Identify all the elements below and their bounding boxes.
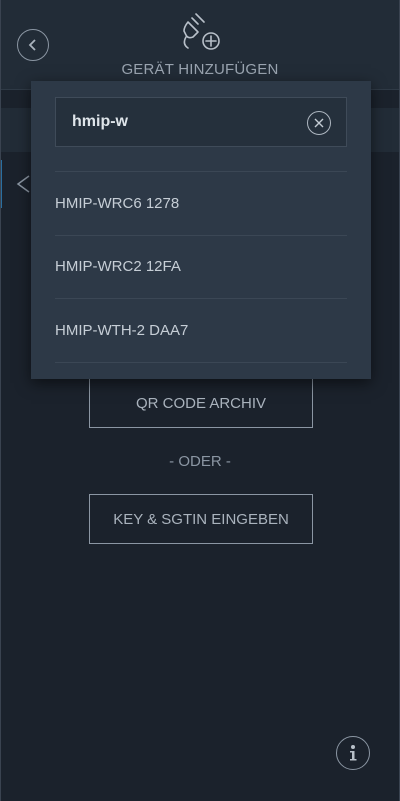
result-item[interactable]: HMIP-WRC6 1278 — [55, 171, 347, 235]
clear-search-button[interactable] — [307, 111, 331, 135]
search-dropdown: hmip-w HMIP-WRC6 1278 HMIP-WRC2 12FA HMI… — [31, 81, 371, 379]
list-divider — [55, 361, 347, 363]
plug-add-icon — [183, 13, 220, 50]
back-button[interactable] — [17, 29, 49, 61]
qr-code-archive-button[interactable]: QR CODE ARCHIV — [89, 378, 313, 428]
app-header: GERÄT HINZUFÜGEN — [0, 0, 400, 90]
collapse-arrow-icon[interactable] — [15, 174, 31, 194]
info-icon — [350, 745, 357, 761]
back-arrow-icon — [28, 39, 36, 51]
result-item[interactable]: HMIP-WTH-2 DAA7 — [55, 298, 347, 362]
result-item[interactable]: HMIP-WRC2 12FA — [55, 234, 347, 299]
page-title: GERÄT HINZUFÜGEN — [121, 61, 279, 78]
search-results-list: HMIP-WRC6 1278 HMIP-WRC2 12FA HMIP-WTH-2… — [55, 171, 347, 363]
or-separator: - ODER - — [169, 453, 231, 470]
clear-icon — [314, 118, 324, 128]
key-sgtin-button[interactable]: KEY & SGTIN EINGEBEN — [89, 494, 313, 544]
info-button[interactable] — [336, 736, 370, 770]
search-input[interactable]: hmip-w — [55, 97, 347, 147]
selection-indicator — [0, 160, 2, 208]
search-input-value[interactable]: hmip-w — [72, 113, 128, 131]
